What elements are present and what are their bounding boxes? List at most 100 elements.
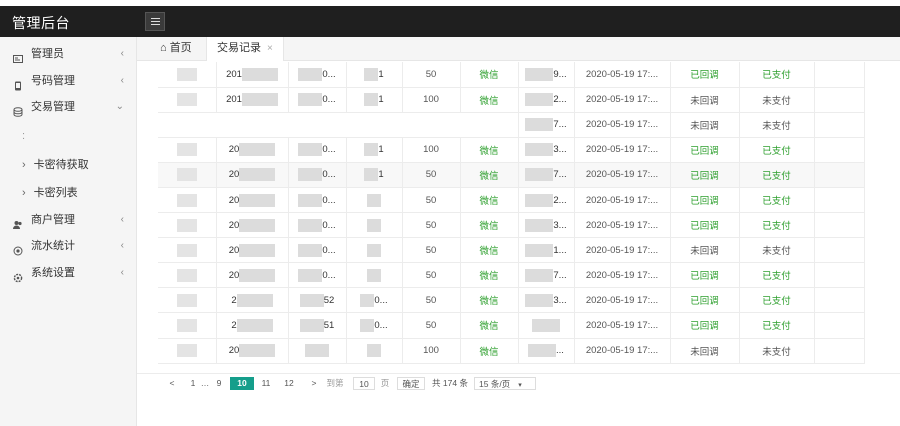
blurred-cell [241, 93, 278, 107]
next-page-button[interactable]: > [309, 377, 319, 390]
sidebar-item-settings[interactable]: 系统设置 ‹ [0, 260, 136, 287]
table-cell-text: 20 [228, 144, 240, 156]
table-cell-text: 微信 [479, 221, 499, 233]
table-cell-text: 20 [228, 219, 240, 231]
table-cell-time: 2020-05-19 17:... [574, 212, 671, 239]
table-cell-extra [814, 187, 865, 214]
table-cell-extra [814, 137, 865, 163]
table-cell-text: 50 [425, 244, 437, 256]
table-cell-text: 1 [378, 144, 384, 156]
table-cell-pay: 已支付 [739, 262, 815, 289]
table-row[interactable]: 20 0... 1 50 微信 7... 2020-05-19 17:... 已回调 已支付 [158, 162, 865, 188]
table-row[interactable]: 201 0... 1 100 微信 2... 2020-05-19 17:... 未回调 未支付 [158, 87, 865, 113]
table-row[interactable]: 201 0... 1 50 微信 9... 2020-05-19 17:... 已回调 已支付 [158, 62, 865, 88]
table-cell-c7: 7... [518, 112, 575, 138]
blurred-cell [525, 67, 554, 81]
blurred-cell [176, 318, 197, 332]
tab-label: 交易记录 [217, 42, 261, 54]
table-row[interactable]: 2 51 0... 50 微信 2020-05-19 17:... 已回调 已支付 [158, 312, 865, 339]
table-cell-c1 [158, 62, 217, 88]
table-cell-text: 已支付 [762, 321, 791, 333]
table-cell-text: 已回调 [690, 196, 719, 208]
table-cell-text: 微信 [479, 346, 499, 358]
table-cell-method: 微信 [460, 87, 519, 113]
blurred-cell [176, 344, 197, 358]
goto-input[interactable]: 10 [353, 377, 375, 390]
sidebar-item-trade[interactable]: 交易管理 ⌄ [0, 94, 136, 121]
page-first[interactable]: 1 [189, 377, 197, 390]
pagination: < 1 … 9 10 11 12 > 到第 10 页 确定 共 174 条 15… [137, 373, 900, 390]
prev-page-button[interactable]: < [167, 377, 177, 390]
close-icon[interactable]: × [267, 43, 273, 54]
table-cell-text: 100 [423, 144, 439, 156]
table-row[interactable]: 20 0... 50 微信 7... 2020-05-19 17:... 已回调 已支付 [158, 262, 865, 289]
tab-trade-records[interactable]: 交易记录 × [206, 37, 284, 61]
tab-home[interactable]: ⌂ 首页 [150, 37, 202, 61]
page-9[interactable]: 9 [215, 377, 223, 390]
blurred-cell [367, 344, 381, 358]
table-cell-text: 1 [378, 94, 384, 106]
blurred-cell [239, 193, 276, 207]
blurred-cell [364, 143, 379, 157]
tab-bar: ⌂ 首页 交易记录 × [137, 37, 900, 61]
table-cell-extra [814, 262, 865, 289]
table-cell-text: 未回调 [690, 346, 719, 358]
table-cell-callback: 未回调 [670, 237, 740, 264]
table-cell-pay: 已支付 [739, 162, 815, 188]
sidebar-item-merchant[interactable]: 商户管理 ‹ [0, 207, 136, 234]
table-cell-text: 0... [322, 269, 336, 281]
table-cell-c2: 20 [216, 262, 289, 289]
table-cell-c1 [158, 262, 217, 289]
sidebar-item-flow[interactable]: 流水统计 ‹ [0, 233, 136, 260]
database-icon [13, 101, 23, 117]
page-ellipsis: … [200, 378, 210, 388]
sidebar-item-label: 卡密待获取 [33, 158, 89, 171]
table-cell-time: 2020-05-19 17:... [574, 338, 671, 364]
sidebar-item-card-list[interactable]: › 卡密列表 [0, 179, 136, 207]
table-row[interactable]: 20 100 微信... 2020-05-19 17:... 未回调 未支付 [158, 338, 865, 364]
blurred-cell [298, 218, 323, 232]
table-cell-pay: 已支付 [739, 212, 815, 239]
table-cell-c2: 2 [216, 312, 289, 339]
blurred-cell [298, 243, 323, 257]
sidebar-item-admin[interactable]: 管理员 ‹ [0, 41, 136, 68]
menu-toggle-icon[interactable] [145, 12, 165, 31]
blurred-cell [241, 67, 278, 81]
table-cell-time: 2020-05-19 17:... [574, 312, 671, 339]
per-page-select[interactable]: 15 条/页 ▾ [474, 377, 536, 390]
table-row[interactable]: 2 52 0... 50 微信 3... 2020-05-19 17:... 已回调 已支付 [158, 287, 865, 314]
table-cell-text: 0... [322, 68, 336, 80]
table-cell-amount: 50 [402, 62, 461, 88]
sidebar-item-number[interactable]: 号码管理 ‹ [0, 68, 136, 95]
sidebar-item-card-pending[interactable]: › 卡密待获取 [0, 151, 136, 179]
blurred-cell [525, 93, 554, 107]
table-row[interactable]: 20 0... 50 微信 3... 2020-05-19 17:... 已回调 已支付 [158, 212, 865, 239]
table-cell-c4 [346, 262, 403, 289]
page-11[interactable]: 11 [259, 377, 273, 390]
table-cell-c4: 0... [346, 287, 403, 314]
blurred-cell [360, 318, 375, 332]
blurred-cell [367, 218, 381, 232]
table-cell-c7: 3... [518, 287, 575, 314]
blurred-cell [367, 193, 381, 207]
page-12[interactable]: 12 [282, 377, 296, 390]
table-cell-text: 20 [228, 269, 240, 281]
table-cell-text: 100 [423, 94, 439, 106]
blurred-cell [298, 143, 323, 157]
blurred-cell [298, 168, 323, 182]
table-cell-method: 微信 [460, 312, 519, 339]
table-cell-text: 52 [323, 294, 335, 306]
table-row[interactable]: 20 0... 50 微信 2... 2020-05-19 17:... 已回调 已支付 [158, 187, 865, 214]
table-cell-callback: 已回调 [670, 187, 740, 214]
table-row[interactable]: 20 0... 50 微信 1... 2020-05-19 17:... 未回调 未支付 [158, 237, 865, 264]
table-cell-extra [814, 212, 865, 239]
table-cell-c4: 1 [346, 162, 403, 188]
page-current[interactable]: 10 [230, 377, 254, 390]
goto-confirm-button[interactable]: 确定 [397, 377, 425, 390]
table-cell-c2: 201 [216, 62, 289, 88]
table-cell-c3: 0... [288, 212, 347, 239]
table-cell-c7: 2... [518, 87, 575, 113]
table-cell-callback: 已回调 [670, 212, 740, 239]
sidebar-sub-hidden[interactable]: : [0, 121, 136, 151]
table-row[interactable]: 20 0... 1 100 微信 3... 2020-05-19 17:... 已回调 已支付 [158, 137, 865, 163]
